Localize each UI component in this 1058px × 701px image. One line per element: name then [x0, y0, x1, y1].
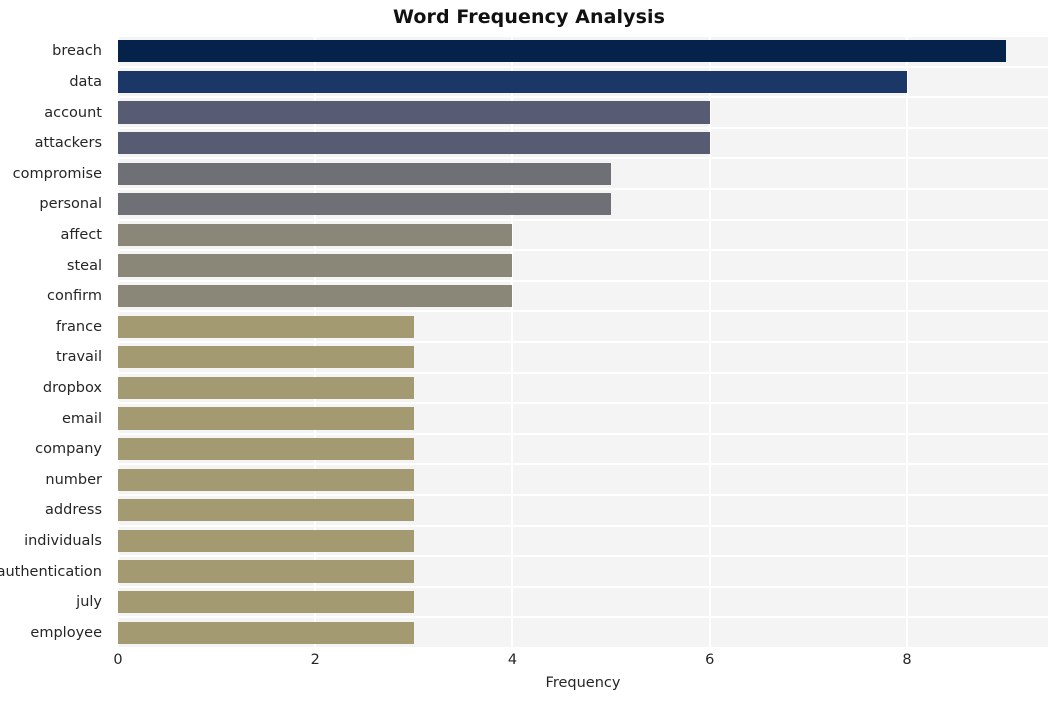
bar [118, 193, 612, 216]
y-axis-tick-label: account [44, 104, 102, 121]
bar [118, 101, 710, 124]
bar [118, 438, 414, 461]
gridline-horizontal [118, 524, 1048, 527]
y-axis-tick-label: travail [55, 349, 102, 366]
gridline-horizontal [118, 494, 1048, 496]
gridline-horizontal [118, 96, 1048, 99]
chart-title: Word Frequency Analysis [392, 6, 666, 28]
gridline-horizontal [118, 616, 1048, 619]
gridline-horizontal [118, 432, 1048, 435]
bar [118, 560, 414, 583]
bar [118, 468, 414, 491]
gridline-horizontal [118, 463, 1048, 466]
bar [118, 407, 414, 430]
y-axis-tick-label: address [45, 502, 102, 519]
chart-figure: Word Frequency Analysis breach data accoun… [0, 0, 1058, 701]
x-axis-tick-label: 6 [705, 652, 715, 668]
gridline-horizontal [118, 310, 1048, 313]
bar [118, 376, 414, 399]
gridline-horizontal [118, 218, 1048, 221]
gridline-horizontal [118, 249, 1048, 252]
y-axis-tick-label: authentication [0, 563, 102, 580]
gridline-horizontal [118, 371, 1048, 374]
y-axis-tick-label: attackers [34, 135, 102, 152]
bar [118, 40, 1006, 63]
y-axis-tick-label: employee [30, 624, 102, 641]
y-axis-tick-label: individuals [24, 532, 102, 549]
gridline-horizontal [118, 36, 1048, 37]
y-axis-tick-labels: breach data account attackers compromise pers… [0, 36, 110, 648]
y-axis-tick-label: personal [39, 196, 102, 213]
x-axis-tick-label: 8 [902, 652, 912, 668]
gridline-horizontal [118, 555, 1048, 558]
bar [118, 591, 414, 614]
bar [118, 621, 414, 644]
y-axis-tick-label: steal [66, 257, 102, 274]
bar [118, 315, 414, 338]
y-axis-tick-label: data [69, 73, 102, 90]
bar [118, 499, 414, 522]
y-axis-tick-label: july [76, 594, 102, 611]
gridline-horizontal [118, 157, 1048, 160]
gridline-horizontal [118, 188, 1048, 190]
bar [118, 285, 513, 308]
plot-area [118, 36, 1048, 648]
bar [118, 529, 414, 552]
x-axis-tick-label: 2 [310, 652, 320, 668]
y-axis-tick-label: affect [60, 226, 102, 243]
gridline-horizontal [118, 585, 1048, 588]
gridline-horizontal [118, 341, 1048, 343]
bar [118, 132, 710, 155]
bar [118, 346, 414, 369]
y-axis-tick-label: company [35, 441, 102, 458]
x-axis-tick-label: 4 [507, 652, 518, 668]
bar [118, 70, 907, 93]
y-axis-tick-label: compromise [12, 165, 102, 182]
x-axis-tick-label: 0 [113, 652, 123, 668]
y-axis-tick-label: number [45, 471, 102, 488]
gridline-horizontal [118, 65, 1048, 68]
y-axis-tick-label: confirm [47, 288, 102, 305]
gridline-horizontal [118, 402, 1048, 405]
gridline-horizontal [118, 647, 1048, 648]
y-axis-tick-label: dropbox [42, 379, 102, 396]
bar [118, 223, 513, 246]
y-axis-tick-label: email [62, 410, 102, 427]
gridline-horizontal [118, 126, 1048, 129]
gridline-horizontal [118, 279, 1048, 282]
y-axis-tick-label: breach [52, 43, 102, 60]
x-axis-label: Frequency [545, 675, 621, 691]
y-axis-tick-label: france [55, 318, 102, 335]
bar [118, 254, 513, 277]
bar [118, 162, 612, 185]
